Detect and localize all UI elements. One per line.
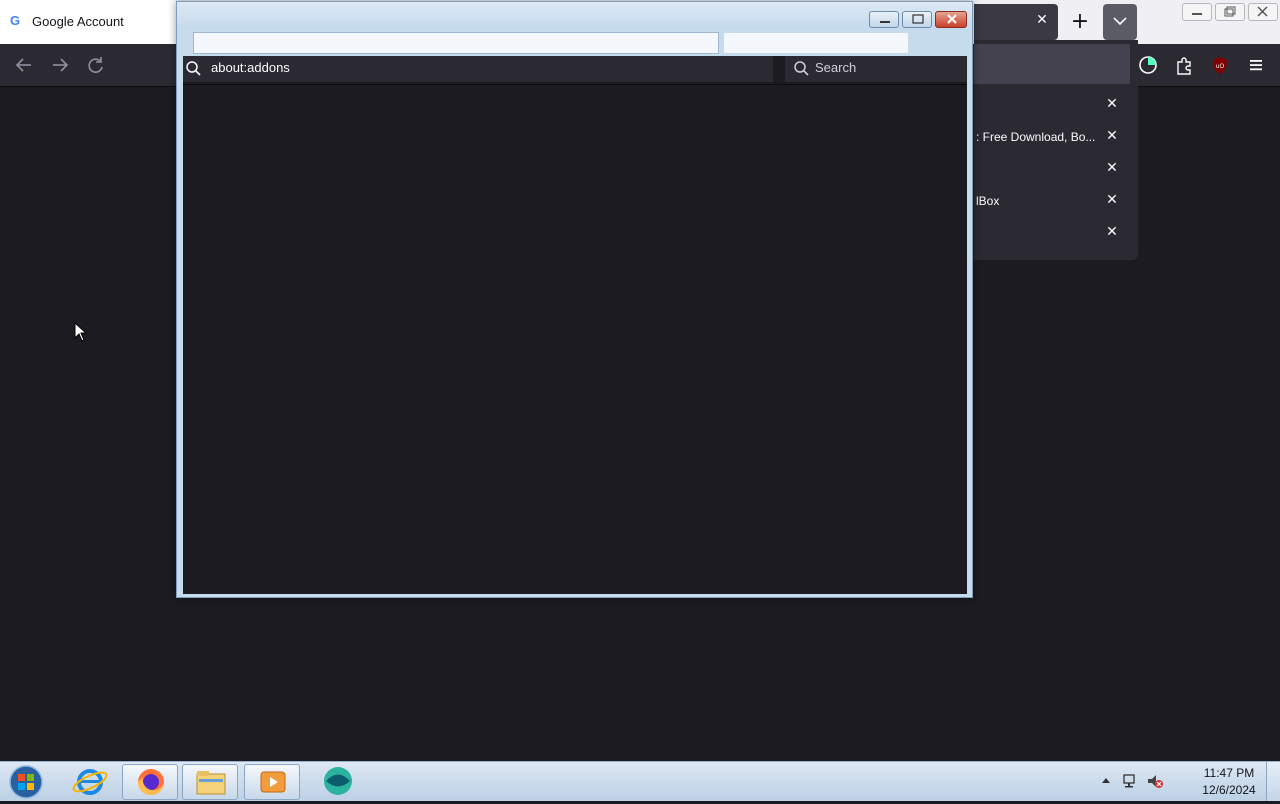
popup-search-bar[interactable]: Search — [785, 56, 967, 82]
taskbar-internet-explorer[interactable] — [62, 764, 118, 800]
all-tabs-row[interactable]: : Free Download, Bo... ✕ — [974, 122, 1138, 154]
popup-address-field[interactable] — [193, 32, 719, 54]
minimize-icon — [880, 21, 890, 23]
all-tabs-panel: ✕ : Free Download, Bo... ✕ ✕ lBox ✕ ✕ — [974, 40, 1138, 260]
file-explorer-icon — [196, 771, 226, 795]
popup-content-area: about:addons Search — [183, 56, 967, 594]
all-tabs-row[interactable]: ✕ — [974, 218, 1138, 250]
close-icon — [947, 14, 957, 24]
tab-title: Google Account — [32, 14, 124, 29]
window-restore-button[interactable] — [1215, 3, 1245, 21]
tab-google-account[interactable]: G Google Account — [0, 0, 176, 44]
volume-muted-icon[interactable] — [1145, 772, 1165, 790]
show-desktop-button[interactable] — [1266, 762, 1280, 801]
taskbar: 11:47 PM 12/6/2024 — [0, 761, 1280, 801]
forward-icon[interactable] — [48, 54, 72, 76]
close-tab-icon[interactable]: ✕ — [1104, 160, 1120, 178]
popup-minimize-button[interactable] — [869, 11, 899, 28]
media-player-icon — [260, 771, 286, 793]
taskbar-app[interactable] — [310, 764, 366, 800]
all-tabs-row-label: : Free Download, Bo... — [976, 130, 1096, 144]
restore-icon — [1224, 6, 1236, 17]
firefox-icon — [138, 769, 164, 795]
window-close-button[interactable] — [1248, 3, 1278, 21]
app-icon — [324, 767, 352, 795]
tab-close-icon[interactable]: ✕ — [1034, 12, 1050, 30]
close-tab-icon[interactable]: ✕ — [1104, 96, 1120, 114]
firefox-view-icon[interactable] — [1136, 54, 1160, 76]
close-icon — [1257, 6, 1268, 17]
close-tab-icon[interactable]: ✕ — [1104, 128, 1120, 146]
clock-time[interactable]: 11:47 PM — [1196, 766, 1262, 780]
hamburger-menu-icon[interactable] — [1244, 54, 1268, 76]
internet-explorer-icon — [72, 769, 108, 795]
google-favicon-icon: G — [10, 13, 21, 28]
list-all-tabs-button[interactable] — [1103, 4, 1137, 40]
popup-titlebar[interactable] — [177, 2, 972, 30]
all-tabs-row-label: lBox — [976, 194, 1000, 208]
url-text: about:addons — [211, 60, 290, 75]
search-placeholder: Search — [815, 60, 857, 75]
extensions-icon[interactable] — [1172, 54, 1196, 76]
all-tabs-row[interactable]: lBox ✕ — [974, 186, 1138, 218]
ublock-origin-icon[interactable]: uO — [1208, 54, 1232, 76]
search-icon — [794, 61, 809, 76]
popup-search-field[interactable] — [723, 32, 909, 54]
mouse-cursor-icon — [74, 322, 88, 342]
minimize-icon — [1192, 13, 1202, 15]
all-tabs-row[interactable]: ✕ — [974, 90, 1138, 122]
back-icon[interactable] — [12, 54, 36, 76]
taskbar-media-player[interactable] — [244, 764, 300, 800]
popup-window: about:addons Search — [176, 1, 973, 598]
taskbar-file-explorer[interactable] — [182, 764, 238, 800]
reload-icon[interactable] — [84, 54, 108, 76]
popup-close-button[interactable] — [935, 11, 967, 28]
close-tab-icon[interactable]: ✕ — [1104, 224, 1120, 242]
chevron-down-icon — [1113, 17, 1127, 26]
clock-date[interactable]: 12/6/2024 — [1196, 783, 1262, 797]
tray-expand-icon[interactable] — [1099, 774, 1113, 788]
window-minimize-button[interactable] — [1182, 3, 1212, 21]
start-button[interactable] — [6, 764, 46, 800]
taskbar-firefox[interactable] — [122, 764, 178, 800]
svg-text:uO: uO — [1216, 63, 1225, 70]
all-tabs-row[interactable]: ✕ — [974, 154, 1138, 186]
maximize-icon — [912, 14, 924, 24]
close-tab-icon[interactable]: ✕ — [1104, 192, 1120, 210]
popup-toolbar-divider — [183, 84, 967, 85]
network-icon[interactable] — [1121, 772, 1141, 790]
all-tabs-panel-header[interactable] — [974, 44, 1130, 84]
search-icon — [186, 61, 201, 76]
popup-maximize-button[interactable] — [902, 11, 932, 28]
new-tab-button[interactable]: + — [1068, 8, 1092, 36]
popup-url-bar[interactable]: about:addons — [183, 56, 773, 82]
